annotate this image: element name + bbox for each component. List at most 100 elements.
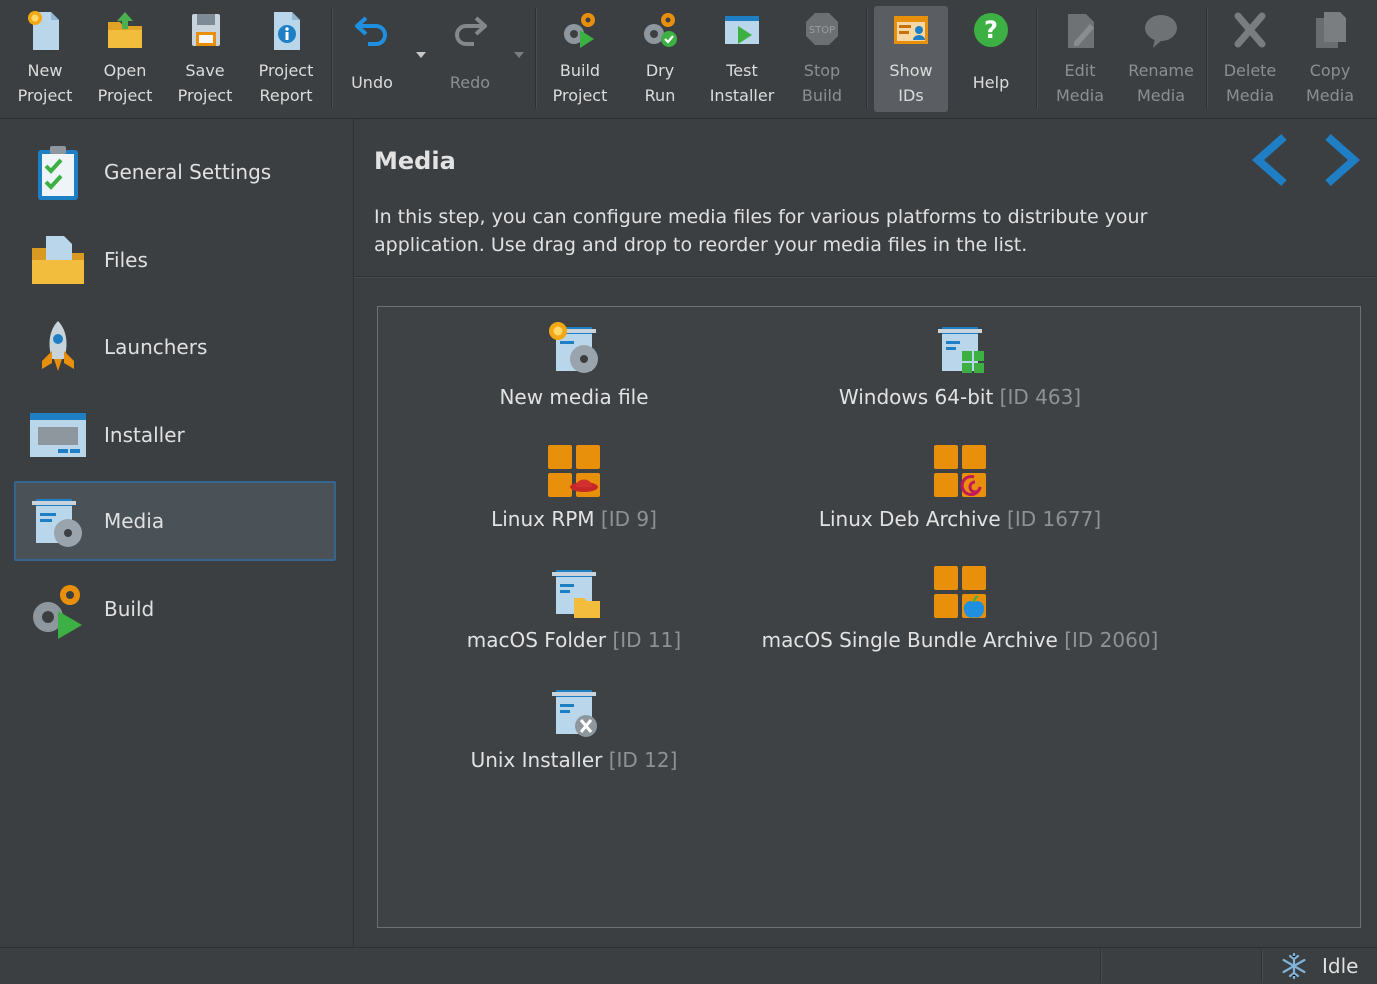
main-content: Media In this step, you can configure me… — [354, 119, 1377, 947]
build-gears-icon — [33, 585, 82, 639]
redo-dropdown-arrow[interactable] — [514, 52, 524, 58]
media-item-linux-deb-archive[interactable]: Linux Deb Archive [ID 1677] — [810, 441, 1110, 531]
dry-run-gears-icon — [644, 13, 677, 47]
sidebar-item-label: Files — [104, 248, 148, 272]
sidebar-item-general-settings[interactable]: General Settings — [14, 132, 336, 212]
linux-rpm-icon — [548, 445, 600, 497]
media-name: Windows 64-bit — [838, 385, 994, 409]
toolbar: New Project Open Project Save Project Pr… — [0, 0, 1377, 119]
media-item-label: Linux Deb Archive [ID 1677] — [819, 507, 1101, 531]
stop-sign-text: STOP — [809, 25, 835, 36]
delete-x-icon — [1234, 12, 1266, 48]
status-separator — [1100, 950, 1101, 982]
media-item-label: macOS Single Bundle Archive [ID 2060] — [762, 628, 1159, 652]
copy-media-label: Copy Media — [1305, 61, 1355, 105]
new-media-file-icon — [549, 322, 598, 373]
save-project-button[interactable]: Save Project — [168, 6, 242, 112]
help-button[interactable]: ? Help — [954, 6, 1028, 112]
media-item-macos-single-bundle-archive[interactable]: macOS Single Bundle Archive [ID 2060] — [762, 562, 1158, 652]
status-separator — [1261, 950, 1262, 982]
stop-sign-icon: STOP — [806, 13, 838, 45]
rename-media-button[interactable]: Rename Media — [1122, 6, 1200, 112]
sidebar-item-installer[interactable]: Installer — [14, 395, 336, 475]
project-report-label: Project Report — [258, 61, 314, 105]
dry-run-button[interactable]: Dry Run — [624, 6, 696, 112]
media-name: Unix Installer — [470, 748, 603, 772]
media-name: macOS Single Bundle Archive — [761, 628, 1058, 652]
sidebar-item-files[interactable]: Files — [14, 220, 336, 300]
media-id: [ID 2060] — [1064, 628, 1159, 652]
open-project-button[interactable]: Open Project — [88, 6, 162, 112]
linux-deb-icon — [934, 445, 986, 497]
copy-media-button[interactable]: Copy Media — [1294, 6, 1366, 112]
undo-dropdown-arrow[interactable] — [416, 52, 426, 58]
media-item-linux-rpm[interactable]: Linux RPM [ID 9] — [474, 441, 674, 531]
checklist-icon — [38, 146, 78, 200]
media-name: Linux RPM — [491, 507, 595, 531]
build-gears-icon — [564, 13, 595, 48]
snowflake-icon — [1282, 952, 1306, 980]
sidebar-item-label: Build — [104, 597, 155, 621]
media-id: [ID 12] — [608, 748, 678, 772]
delete-media-button[interactable]: Delete Media — [1214, 6, 1286, 112]
id-card-icon — [894, 16, 928, 44]
media-id: [ID 11] — [612, 628, 682, 652]
rocket-icon — [42, 321, 74, 371]
media-item-label: Windows 64-bit [ID 463] — [839, 385, 1081, 409]
svg-text:?: ? — [984, 16, 998, 44]
project-report-button[interactable]: Project Report — [248, 6, 324, 112]
installer-window-icon — [30, 413, 86, 457]
toolbar-separator — [535, 8, 536, 108]
toolbar-separator — [1036, 8, 1037, 108]
redo-arrow-icon — [455, 16, 487, 46]
rename-media-label: Rename Media — [1128, 61, 1194, 105]
media-disc-icon — [32, 499, 82, 547]
new-project-button[interactable]: New Project — [8, 6, 82, 112]
show-ids-toggle[interactable]: Show IDs — [874, 6, 948, 112]
sidebar-item-media[interactable]: Media — [14, 481, 336, 561]
sidebar-item-launchers[interactable]: Launchers — [14, 307, 336, 387]
unix-installer-icon — [552, 690, 597, 737]
media-id: [ID 9] — [600, 507, 657, 531]
media-name: macOS Folder — [466, 628, 607, 652]
media-list[interactable]: New media file Windows 64-bit [ID 463] L… — [377, 306, 1361, 928]
delete-media-label: Delete Media — [1223, 61, 1277, 105]
stop-build-button[interactable]: STOP Stop Build — [786, 6, 858, 112]
build-project-button[interactable]: Build Project — [544, 6, 616, 112]
chevron-left-icon[interactable] — [1250, 133, 1292, 187]
test-installer-button[interactable]: Test Installer — [704, 6, 780, 112]
status-bar: Idle — [0, 947, 1377, 984]
media-id: [ID 1677] — [1007, 507, 1102, 531]
media-item-unix-installer[interactable]: Unix Installer [ID 12] — [454, 682, 694, 772]
rename-speech-icon — [1145, 15, 1177, 48]
page-description: In this step, you can configure media fi… — [374, 206, 1148, 256]
redo-label: Redo — [449, 73, 491, 92]
edit-media-button[interactable]: Edit Media — [1044, 6, 1116, 112]
show-ids-label: Show IDs — [889, 61, 933, 105]
media-name: New media file — [499, 385, 649, 409]
windows-media-icon — [938, 327, 984, 373]
media-item-windows-64bit[interactable]: Windows 64-bit [ID 463] — [810, 319, 1110, 409]
stop-build-label: Stop Build — [801, 61, 843, 105]
redo-button[interactable]: Redo — [434, 6, 506, 112]
media-item-macos-folder[interactable]: macOS Folder [ID 11] — [454, 562, 694, 652]
sidebar-item-build[interactable]: Build — [14, 569, 336, 649]
media-item-label: New media file — [499, 385, 648, 409]
media-item-label: macOS Folder [ID 11] — [467, 628, 681, 652]
chevron-right-icon[interactable] — [1320, 133, 1362, 187]
media-id: [ID 463] — [999, 385, 1082, 409]
dry-run-label: Dry Run — [644, 61, 676, 105]
test-installer-label: Test Installer — [709, 61, 775, 105]
undo-label: Undo — [351, 73, 393, 92]
open-project-label: Open Project — [97, 61, 153, 105]
new-media-file-item[interactable]: New media file — [474, 319, 674, 409]
page-title: Media — [374, 147, 456, 175]
header-divider — [354, 276, 1377, 277]
macos-archive-icon — [934, 566, 986, 618]
macos-folder-icon — [552, 570, 600, 618]
save-project-label: Save Project — [177, 61, 233, 105]
floppy-disk-icon — [192, 14, 220, 46]
new-document-icon — [28, 11, 59, 50]
new-project-label: New Project — [17, 61, 73, 105]
undo-button[interactable]: Undo — [336, 6, 408, 112]
